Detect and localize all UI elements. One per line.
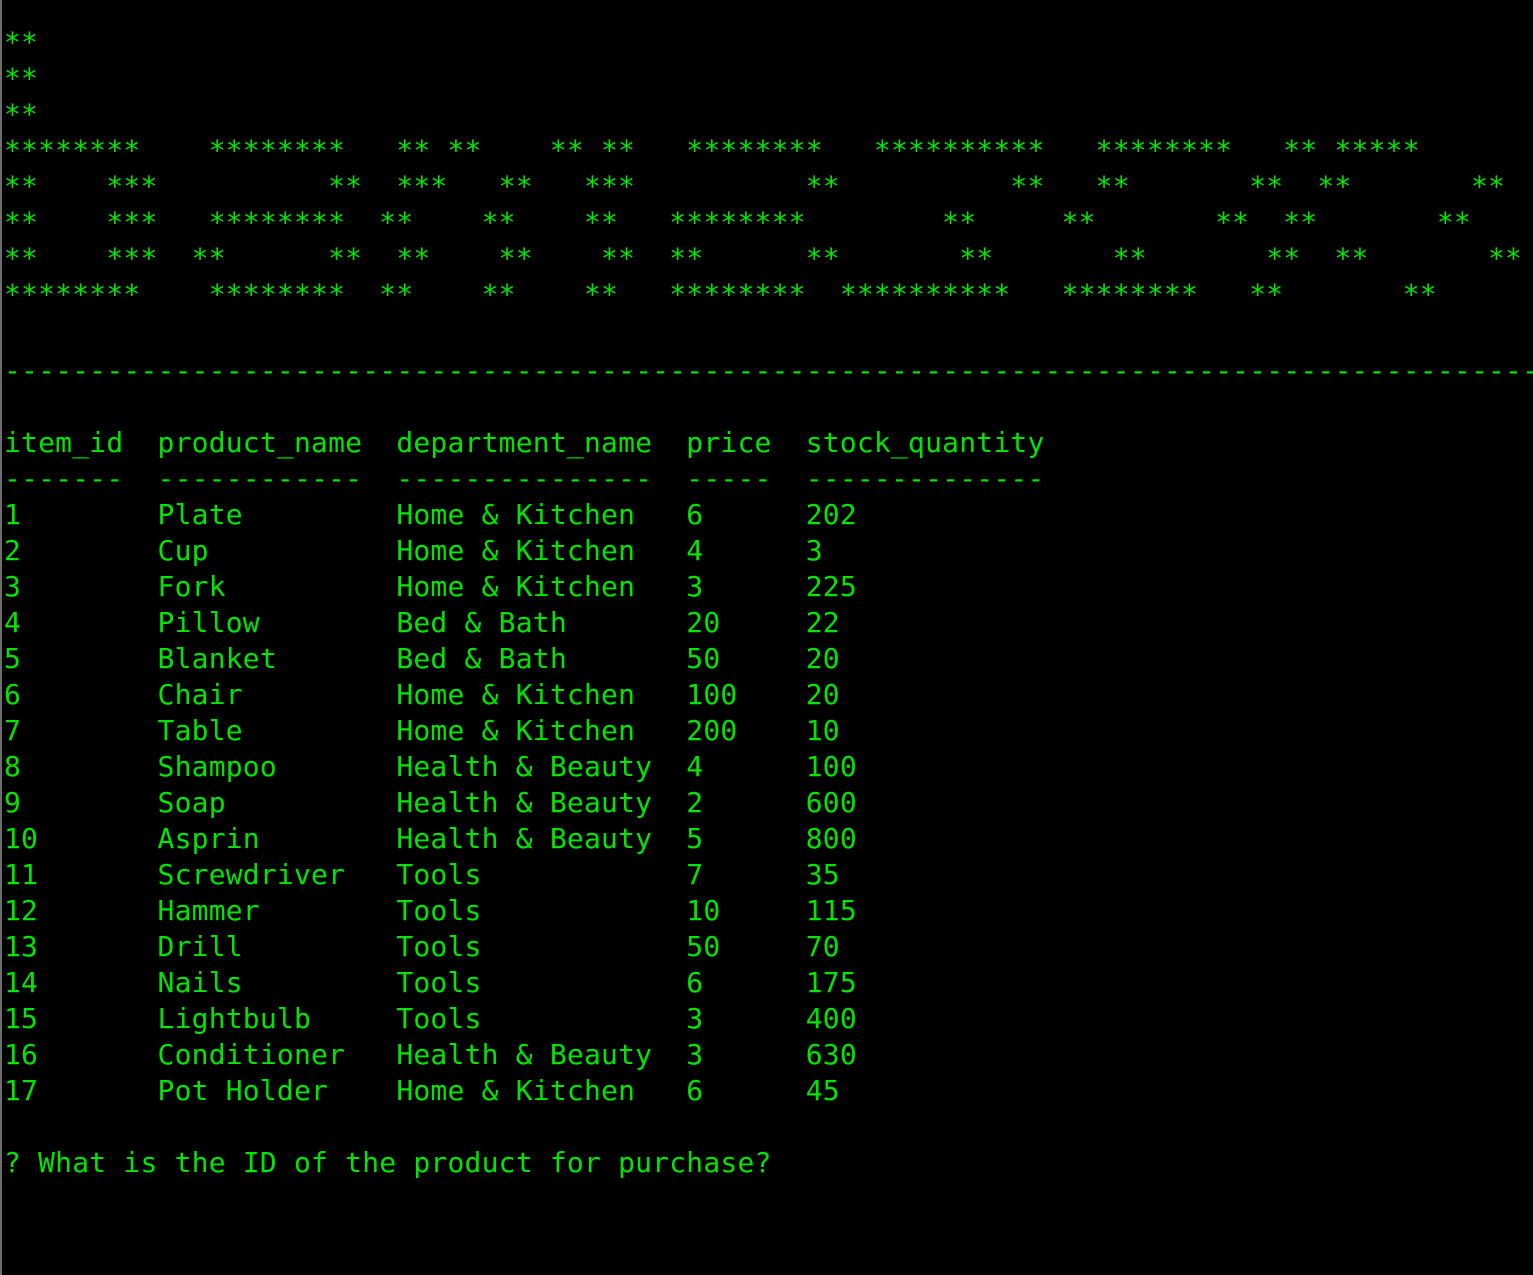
- purchase-id-prompt[interactable]: ? What is the ID of the product for purc…: [4, 1145, 772, 1181]
- separator-line: ----------------------------------------…: [4, 354, 1533, 387]
- table-row: 11 Screwdriver Tools 7 35: [4, 858, 840, 891]
- banner-line: ******** ******** ** ** ** ** ******** *…: [4, 134, 1420, 167]
- table-header-underline: ------- ------------ --------------- ---…: [4, 462, 1045, 495]
- table-row: 14 Nails Tools 6 175: [4, 966, 857, 999]
- table-row: 6 Chair Home & Kitchen 100 20: [4, 678, 840, 711]
- table-row: 12 Hammer Tools 10 115: [4, 894, 857, 927]
- table-row: 2 Cup Home & Kitchen 4 3: [4, 534, 823, 567]
- banner-line: ** *** ** *** ** *** ** ** ** ** ** **: [4, 170, 1506, 203]
- banner-line: ** *** ** ** ** ** ** ** ** ** ** ** ** …: [4, 242, 1523, 275]
- banner-line: **: [4, 26, 39, 59]
- table-row: 9 Soap Health & Beauty 2 600: [4, 786, 857, 819]
- table-header: item_id product_name department_name pri…: [4, 426, 1045, 459]
- table-row: 16 Conditioner Health & Beauty 3 630: [4, 1038, 857, 1071]
- table-row: 17 Pot Holder Home & Kitchen 6 45: [4, 1074, 840, 1107]
- banner-line: **: [4, 98, 39, 131]
- banner-line: **: [4, 62, 39, 95]
- banner-line: ** *** ******** ** ** ** ******** ** ** …: [4, 206, 1471, 239]
- table-row: 4 Pillow Bed & Bath 20 22: [4, 606, 840, 639]
- table-row: 3 Fork Home & Kitchen 3 225: [4, 570, 857, 603]
- banner-line: ******** ******** ** ** ** ******** ****…: [4, 278, 1437, 311]
- table-row: 15 Lightbulb Tools 3 400: [4, 1002, 857, 1035]
- table-row: 7 Table Home & Kitchen 200 10: [4, 714, 840, 747]
- table-row: 8 Shampoo Health & Beauty 4 100: [4, 750, 857, 783]
- terminal-window[interactable]: ** ** ** ******** ******** ** ** ** ** *…: [0, 0, 1533, 1275]
- table-row: 5 Blanket Bed & Bath 50 20: [4, 642, 840, 675]
- table-row: 1 Plate Home & Kitchen 6 202: [4, 498, 857, 531]
- table-row: 13 Drill Tools 50 70: [4, 930, 840, 963]
- table-row: 10 Asprin Health & Beauty 5 800: [4, 822, 857, 855]
